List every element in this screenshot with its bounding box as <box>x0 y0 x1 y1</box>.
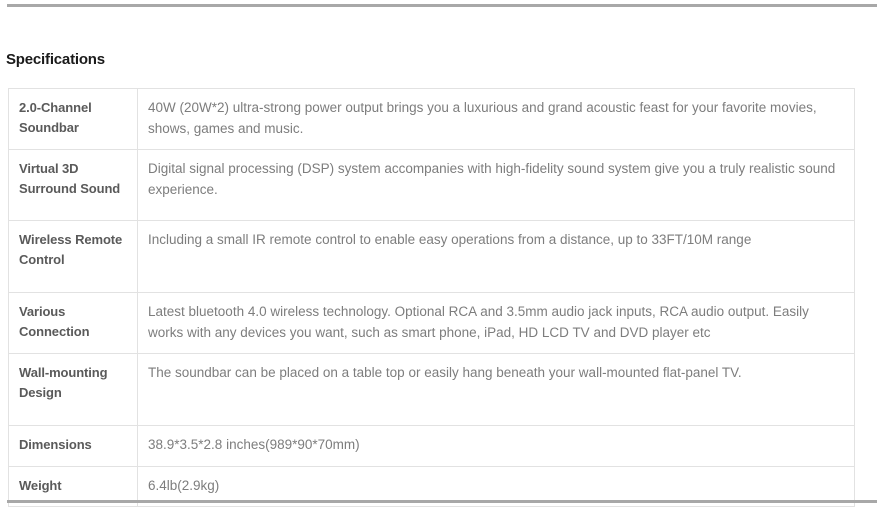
spec-value: 38.9*3.5*2.8 inches(989*90*70mm) <box>137 425 855 467</box>
bottom-divider <box>7 500 877 503</box>
spec-value: Latest bluetooth 4.0 wireless technology… <box>137 292 855 354</box>
spec-value: 40W (20W*2) ultra-strong power output br… <box>137 88 855 150</box>
spec-label: Various Connection <box>8 292 138 354</box>
table-row: Various Connection Latest bluetooth 4.0 … <box>8 292 855 354</box>
table-row: Dimensions 38.9*3.5*2.8 inches(989*90*70… <box>8 425 855 467</box>
spec-label: 2.0-Channel Soundbar <box>8 88 138 150</box>
spec-label: Wall-mounting Design <box>8 353 138 426</box>
table-row: Wireless Remote Control Including a smal… <box>8 220 855 293</box>
page-title: Specifications <box>6 51 105 68</box>
top-divider <box>7 4 877 7</box>
table-row: 2.0-Channel Soundbar 40W (20W*2) ultra-s… <box>8 88 855 150</box>
specifications-table-container: 2.0-Channel Soundbar 40W (20W*2) ultra-s… <box>8 88 855 507</box>
spec-label: Virtual 3D Surround Sound <box>8 149 138 221</box>
table-row: Wall-mounting Design The soundbar can be… <box>8 353 855 426</box>
specifications-table-body: 2.0-Channel Soundbar 40W (20W*2) ultra-s… <box>8 88 855 507</box>
spec-value: Including a small IR remote control to e… <box>137 220 855 293</box>
product-specifications-page: Specifications 2.0-Channel Soundbar 40W … <box>0 0 884 519</box>
spec-value: Digital signal processing (DSP) system a… <box>137 149 855 221</box>
table-row: Virtual 3D Surround Sound Digital signal… <box>8 149 855 221</box>
spec-label: Wireless Remote Control <box>8 220 138 293</box>
spec-value: The soundbar can be placed on a table to… <box>137 353 855 426</box>
specifications-table: 2.0-Channel Soundbar 40W (20W*2) ultra-s… <box>8 88 855 507</box>
spec-label: Dimensions <box>8 425 138 467</box>
